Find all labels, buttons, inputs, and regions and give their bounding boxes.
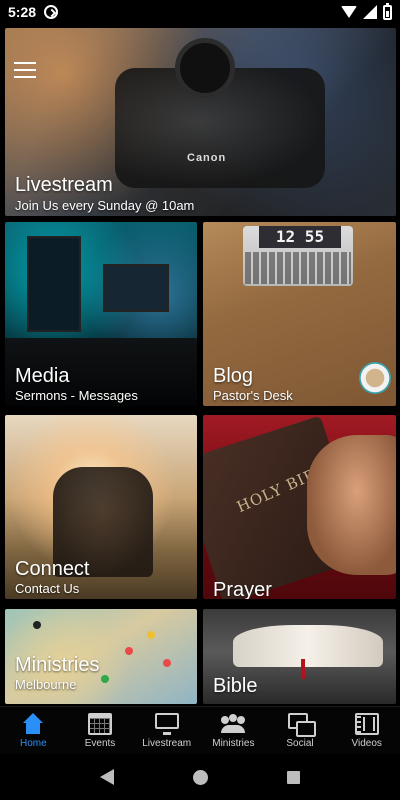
wifi-icon	[341, 6, 357, 18]
praying-hands-image	[307, 435, 396, 575]
tile-livestream[interactable]: Canon Livestream Join Us every Sunday @ …	[5, 28, 396, 216]
monitor-image-secondary	[103, 264, 169, 312]
open-bible-image	[233, 625, 383, 667]
status-bar: 5:28	[0, 0, 400, 24]
nav-livestream-label: Livestream	[142, 737, 192, 749]
home-icon	[21, 712, 45, 735]
battery-icon	[383, 2, 392, 20]
nav-events[interactable]: Events	[67, 707, 134, 754]
keyboard-image	[245, 252, 351, 284]
tile-media-title: Media	[15, 365, 70, 387]
tile-ministries[interactable]: Ministries Melbourne	[5, 609, 197, 704]
tile-media-subtitle: Sermons - Messages	[15, 388, 138, 403]
calendar-icon	[88, 712, 112, 735]
status-icons	[341, 2, 392, 20]
tile-blog[interactable]: 12 55 Blog Pastor's Desk	[203, 222, 396, 406]
tile-prayer-title: Prayer	[213, 579, 272, 599]
clock-display: 12 55	[259, 226, 341, 248]
tv-icon	[154, 712, 179, 735]
nav-ministries-label: Ministries	[212, 737, 255, 749]
status-time: 5:28	[8, 4, 37, 20]
tile-prayer[interactable]: HOLY BIBLE Prayer	[203, 415, 396, 599]
tile-media[interactable]: Media Sermons - Messages	[5, 222, 197, 406]
group-icon	[221, 713, 246, 735]
camera-brand-text: Canon	[187, 152, 227, 164]
tile-ministries-subtitle: Melbourne	[15, 677, 77, 692]
tile-blog-title: Blog	[213, 365, 254, 387]
tile-bible-title: Bible	[213, 675, 258, 697]
coffee-cup-image	[359, 362, 391, 394]
home-tile-grid: Canon Livestream Join Us every Sunday @ …	[0, 24, 400, 706]
nav-livestream[interactable]: Livestream	[133, 707, 200, 754]
chat-icon	[288, 712, 317, 737]
sync-icon	[44, 5, 59, 19]
system-nav-bar	[0, 754, 400, 800]
tile-bible[interactable]: Bible	[203, 609, 396, 704]
nav-events-label: Events	[84, 737, 116, 749]
nav-social[interactable]: Social	[267, 707, 334, 754]
tile-blog-subtitle: Pastor's Desk	[213, 388, 293, 403]
nav-home[interactable]: Home	[0, 707, 67, 754]
back-icon[interactable]	[99, 769, 114, 785]
map-pin-icon	[147, 631, 155, 639]
nav-videos-label: Videos	[351, 737, 382, 749]
map-pin-icon	[33, 621, 41, 629]
tile-connect-subtitle: Contact Us	[15, 581, 80, 596]
tile-livestream-title: Livestream	[15, 174, 113, 196]
hamburger-menu-icon[interactable]	[14, 62, 36, 78]
map-pin-icon	[125, 647, 133, 655]
bottom-nav: Home Events Livestream Ministries Social…	[0, 706, 400, 754]
recents-icon[interactable]	[287, 770, 301, 784]
tile-ministries-title: Ministries	[15, 654, 100, 676]
film-icon	[354, 712, 379, 735]
nav-ministries[interactable]: Ministries	[200, 707, 267, 754]
monitor-image	[27, 236, 81, 332]
nav-videos[interactable]: Videos	[333, 707, 400, 754]
home-circle-icon[interactable]	[192, 769, 208, 785]
tile-connect-title: Connect	[15, 558, 90, 580]
tile-livestream-subtitle: Join Us every Sunday @ 10am	[15, 198, 195, 213]
bookmark-ribbon	[301, 659, 305, 679]
signal-icon	[363, 5, 377, 19]
map-pin-icon	[101, 675, 109, 683]
camera-lens-image	[175, 38, 235, 98]
nav-social-label: Social	[286, 737, 314, 749]
tile-connect[interactable]: Connect Contact Us	[5, 415, 197, 599]
nav-home-label: Home	[19, 737, 47, 749]
map-pin-icon	[163, 659, 171, 667]
